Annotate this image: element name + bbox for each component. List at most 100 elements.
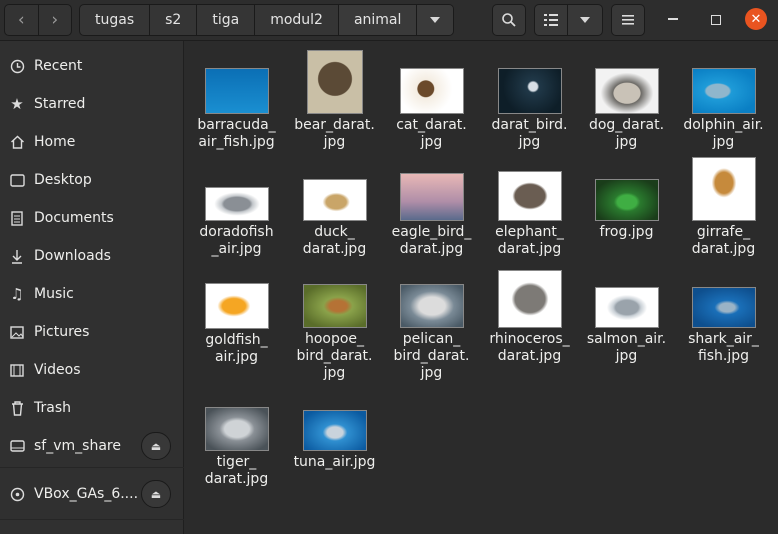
file-item-rhinoceros[interactable]: rhinoceros_ darat.jpg [481,270,578,365]
file-name: dog_darat. jpg [588,117,665,150]
chevron-right-icon: › [51,10,59,30]
list-view-icon [544,14,558,26]
home-icon [0,135,34,149]
file-name: cat_darat. jpg [396,117,467,150]
documents-icon [0,210,34,226]
file-name: girrafe_ darat.jpg [691,224,756,257]
forward-button[interactable]: › [37,5,72,35]
sidebar-item-label: Starred [34,96,86,112]
file-name: hoopoe_ bird_darat. jpg [296,331,373,381]
file-name: tiger_ darat.jpg [204,454,269,487]
chevron-down-icon [430,17,441,23]
search-button[interactable] [492,4,526,36]
sidebar-item-starred[interactable]: ★ Starred [0,85,184,123]
file-item-doradofish[interactable]: doradofish _air.jpg [188,187,285,258]
eject-button[interactable]: ⏏ [141,432,171,460]
thumbnail-image [302,410,367,451]
star-icon: ★ [10,95,24,113]
sidebar-item-trash[interactable]: Trash [0,389,184,427]
trash-icon [0,400,34,416]
file-item-tuna[interactable]: tuna_air.jpg [286,410,383,471]
thumbnail-image [302,179,367,221]
file-name: doradofish _air.jpg [199,224,274,257]
file-item-duck[interactable]: duck_ darat.jpg [286,179,383,258]
file-item-girrafe[interactable]: girrafe_ darat.jpg [675,157,772,258]
file-item-darat-bird[interactable]: darat_bird. jpg [481,68,578,151]
file-item-hoopoe[interactable]: hoopoe_ bird_darat. jpg [286,284,383,382]
sidebar-item-label: Recent [34,58,83,74]
nav-buttons: ‹ › [4,4,72,36]
sidebar-separator [0,519,184,520]
file-item-goldfish[interactable]: goldfish_ air.jpg [188,283,285,366]
file-item-shark[interactable]: shark_air_ fish.jpg [675,287,772,365]
sidebar-item-sf-vm-share[interactable]: sf_vm_share ⏏ [0,427,184,465]
thumbnail-image [204,187,269,221]
file-item-bear[interactable]: bear_darat. jpg [286,50,383,151]
hamburger-icon [622,15,634,25]
file-item-dolphin[interactable]: dolphin_air. jpg [675,68,772,151]
sidebar-item-vbox[interactable]: VBox_GAs_6.... ⏏ [0,475,184,513]
file-item-frog[interactable]: frog.jpg [578,179,675,241]
file-item-barracuda[interactable]: barracuda_ air_fish.jpg [188,68,285,151]
sidebar-item-documents[interactable]: Documents [0,199,184,237]
path-menu-button[interactable] [417,5,454,35]
thumbnail-image [691,157,756,221]
chevron-left-icon: ‹ [17,10,25,30]
minimize-button[interactable] [668,18,678,20]
sidebar-item-desktop[interactable]: Desktop [0,161,184,199]
file-name: pelican_ bird_darat. jpg [393,331,470,381]
breadcrumb-modul2[interactable]: modul2 [255,5,339,35]
file-name: tuna_air.jpg [293,454,376,470]
breadcrumb-tiga[interactable]: tiga [197,5,256,35]
thumbnail-image [399,68,464,114]
sidebar-item-recent[interactable]: Recent [0,47,184,85]
back-button[interactable]: ‹ [5,5,38,35]
file-name: darat_bird. jpg [491,117,568,150]
thumbnail-image [497,171,562,221]
file-name: goldfish_ air.jpg [205,332,268,365]
header-bar: ‹ › tugas s2 tiga modul2 animal ✕ [0,0,778,41]
sidebar-item-downloads[interactable]: Downloads [0,237,184,275]
sidebar-item-label: Music [34,286,74,302]
sidebar-item-pictures[interactable]: Pictures [0,313,184,351]
file-item-elephant[interactable]: elephant_ darat.jpg [481,171,578,258]
music-icon: ♫ [10,285,24,303]
sidebar-item-music[interactable]: ♫ Music [0,275,184,313]
breadcrumb-s2[interactable]: s2 [150,5,198,35]
sidebar-item-label: Desktop [34,172,92,188]
thumbnail-image [399,173,464,221]
file-grid: barracuda_ air_fish.jpg bear_darat. jpg … [185,41,778,534]
file-item-dog[interactable]: dog_darat. jpg [578,68,675,151]
search-icon [502,13,516,27]
maximize-button[interactable] [711,15,721,25]
thumbnail-image [399,284,464,328]
view-options-button[interactable] [567,4,603,36]
list-view-button[interactable] [534,4,568,36]
file-name: salmon_air. jpg [586,331,667,364]
sidebar-item-label: Videos [34,362,81,378]
downloads-icon [0,249,34,264]
close-button[interactable]: ✕ [745,8,767,30]
sidebar-separator [0,467,184,468]
sidebar-item-label: Downloads [34,248,111,264]
breadcrumb-tugas[interactable]: tugas [80,5,151,35]
file-item-salmon[interactable]: salmon_air. jpg [578,287,675,365]
file-name: duck_ darat.jpg [302,224,367,257]
file-name: dolphin_air. jpg [683,117,764,150]
sidebar-item-videos[interactable]: Videos [0,351,184,389]
file-item-tiger[interactable]: tiger_ darat.jpg [188,407,285,488]
sidebar: Recent ★ Starred Home Desktop Documents … [0,41,184,534]
file-item-cat[interactable]: cat_darat. jpg [383,68,480,151]
thumbnail-image [204,407,269,451]
sidebar-item-home[interactable]: Home [0,123,184,161]
eject-button[interactable]: ⏏ [141,480,171,508]
thumbnail-image [204,68,269,114]
thumbnail-image [594,68,659,114]
file-item-eagle[interactable]: eagle_bird_ darat.jpg [383,173,480,258]
menu-button[interactable] [611,4,645,36]
clock-icon [0,59,34,74]
file-item-pelican[interactable]: pelican_ bird_darat. jpg [383,284,480,382]
thumbnail-image [302,284,367,328]
file-name: bear_darat. jpg [294,117,375,150]
breadcrumb-animal[interactable]: animal [338,5,418,35]
